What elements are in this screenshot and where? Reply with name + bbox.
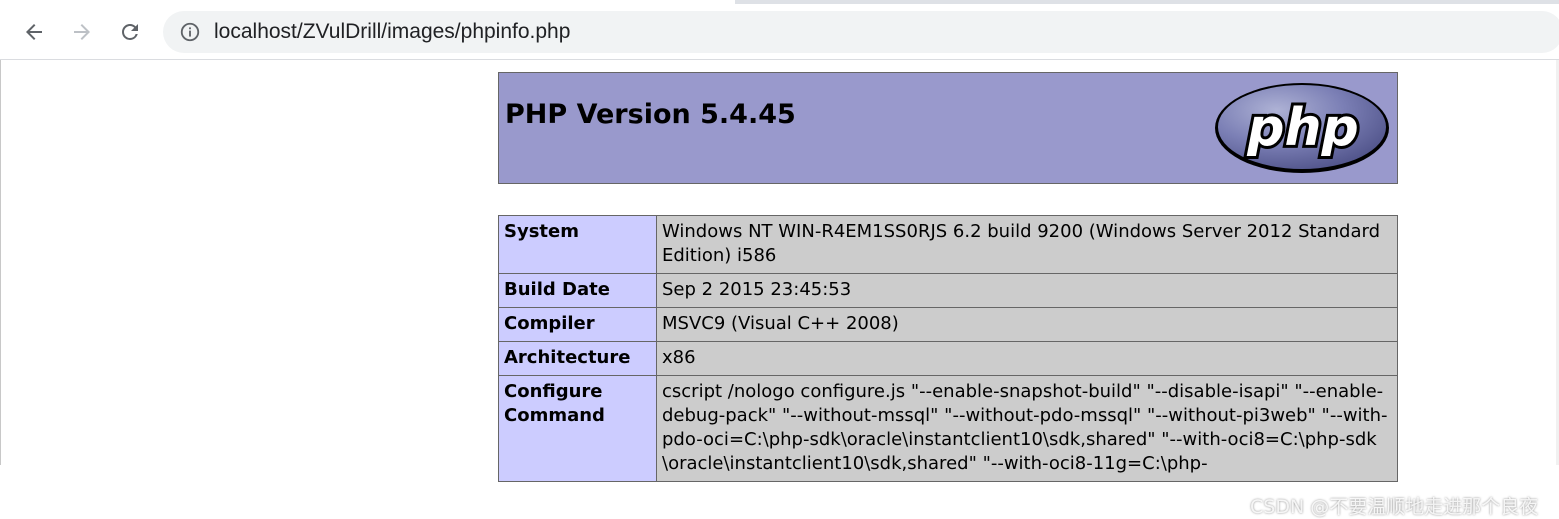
page-content: PHP Version 5.4.45 php System Windows NT …	[0, 60, 1559, 518]
reload-button[interactable]	[112, 14, 148, 50]
arrow-left-icon	[26, 24, 42, 40]
forward-button[interactable]	[64, 14, 100, 50]
row-value: Sep 2 2015 23:45:53	[656, 273, 1398, 308]
row-key: Architecture	[498, 341, 657, 376]
phpinfo-table: System Windows NT WIN-R4EM1SS0RJS 6.2 bui…	[498, 215, 1398, 482]
row-key: Configure Command	[498, 375, 657, 482]
page-title: PHP Version 5.4.45	[505, 99, 796, 130]
table-row: Architecture x86	[498, 341, 1398, 376]
row-key: Compiler	[498, 307, 657, 342]
row-value: MSVC9 (Visual C++ 2008)	[656, 307, 1398, 342]
watermark: CSDN @不要温顺地走进那个良夜	[1250, 496, 1539, 518]
table-row: System Windows NT WIN-R4EM1SS0RJS 6.2 bui…	[498, 215, 1398, 274]
table-row: Configure Command cscript /nologo configu…	[498, 375, 1398, 482]
phpinfo-header: PHP Version 5.4.45 php	[498, 72, 1398, 184]
table-row: Build Date Sep 2 2015 23:45:53	[498, 273, 1398, 308]
arrow-right-icon	[74, 24, 90, 40]
back-button[interactable]	[16, 14, 52, 50]
reload-icon	[122, 24, 138, 40]
php-logo[interactable]: php	[1213, 81, 1391, 175]
row-value: cscript /nologo configure.js "--enable-s…	[656, 375, 1398, 482]
row-key: System	[498, 215, 657, 274]
info-icon[interactable]	[179, 21, 201, 43]
url-text[interactable]: localhost/ZVulDrill/images/phpinfo.php	[214, 20, 570, 44]
row-value: x86	[656, 341, 1398, 376]
table-row: Compiler MSVC9 (Visual C++ 2008)	[498, 307, 1398, 342]
php-logo-text: php	[1246, 98, 1358, 158]
browser-toolbar: localhost/ZVulDrill/images/phpinfo.php	[0, 4, 1559, 60]
address-bar[interactable]: localhost/ZVulDrill/images/phpinfo.php	[163, 11, 1559, 53]
row-value: Windows NT WIN-R4EM1SS0RJS 6.2 build 920…	[656, 215, 1398, 274]
row-key: Build Date	[498, 273, 657, 308]
